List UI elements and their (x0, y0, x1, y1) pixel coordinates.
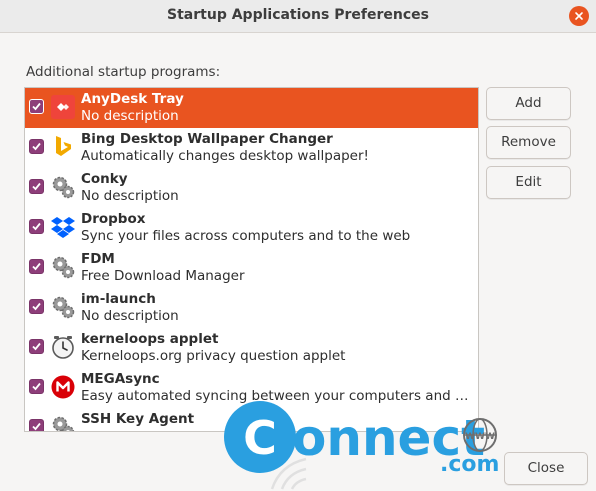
gears-icon (52, 176, 75, 199)
edit-button[interactable]: Edit (486, 166, 571, 199)
checkmark-icon (32, 342, 41, 351)
program-name: MEGAsync (81, 371, 160, 387)
checkmark-icon (32, 262, 41, 271)
watermark-dotcom: .com (440, 452, 499, 477)
close-icon (575, 12, 583, 20)
program-description: No description (81, 108, 179, 124)
gears-icon (52, 416, 75, 431)
list-item-dropbox[interactable]: Dropbox Sync your files across computers… (25, 208, 478, 248)
checkmark-icon (32, 182, 41, 191)
watermark-letter-c: C (243, 411, 277, 465)
mega-icon (51, 375, 75, 399)
clock-icon (52, 336, 74, 359)
program-name: im-launch (81, 291, 156, 307)
gears-icon (52, 256, 75, 279)
anydesk-icon (51, 95, 75, 119)
checkbox[interactable] (29, 219, 44, 234)
program-description: Kerneloops.org privacy question applet (81, 348, 346, 364)
list-item-bing-wallpaper[interactable]: Bing Desktop Wallpaper Changer Automatic… (25, 128, 478, 168)
close-button[interactable]: Close (504, 452, 588, 485)
checkbox[interactable] (29, 299, 44, 314)
program-name: kerneloops applet (81, 331, 219, 347)
checkbox[interactable] (29, 259, 44, 274)
window-close-button[interactable] (569, 6, 589, 26)
checkbox[interactable] (29, 419, 44, 431)
checkmark-icon (32, 382, 41, 391)
program-description: Sync your files across computers and to … (81, 228, 411, 244)
program-description: No description (81, 308, 179, 324)
checkmark-icon (32, 142, 41, 151)
connect-watermark-logo: C onnect WWW .com (224, 401, 499, 490)
checkbox[interactable] (29, 99, 44, 114)
remove-button[interactable]: Remove (486, 126, 571, 159)
program-name: Bing Desktop Wallpaper Changer (81, 131, 333, 147)
checkmark-icon (32, 222, 41, 231)
list-item-kerneloops[interactable]: kerneloops applet Kerneloops.org privacy… (25, 328, 478, 368)
list-item-conky[interactable]: Conky No description (25, 168, 478, 208)
checkbox[interactable] (29, 179, 44, 194)
list-item-anydesk-tray[interactable]: AnyDesk Tray No description (25, 88, 478, 128)
dropbox-icon (51, 217, 75, 238)
checkmark-icon (32, 102, 41, 111)
checkbox[interactable] (29, 139, 44, 154)
program-name: Dropbox (81, 211, 146, 227)
startup-programs-list[interactable]: AnyDesk Tray No description Bing Desktop… (24, 87, 479, 432)
list-item-fdm[interactable]: FDM Free Download Manager (25, 248, 478, 288)
add-button[interactable]: Add (486, 87, 571, 120)
checkmark-icon (32, 302, 41, 311)
program-name: AnyDesk Tray (81, 91, 184, 107)
window-title: Startup Applications Preferences (167, 7, 429, 23)
section-label: Additional startup programs: (26, 64, 221, 80)
list-item-im-launch[interactable]: im-launch No description (25, 288, 478, 328)
titlebar: Startup Applications Preferences (0, 0, 596, 33)
startup-applications-window: Startup Applications Preferences Additio… (0, 0, 596, 491)
program-description: Automatically changes desktop wallpaper! (81, 148, 369, 164)
program-description: No description (81, 188, 179, 204)
program-name: Conky (81, 171, 128, 187)
watermark-www: WWW (465, 432, 495, 442)
checkbox[interactable] (29, 379, 44, 394)
gears-icon (52, 296, 75, 319)
program-name: FDM (81, 251, 115, 267)
bing-icon (56, 136, 71, 156)
checkbox[interactable] (29, 339, 44, 354)
program-description: Free Download Manager (81, 268, 245, 284)
checkmark-icon (32, 422, 41, 431)
